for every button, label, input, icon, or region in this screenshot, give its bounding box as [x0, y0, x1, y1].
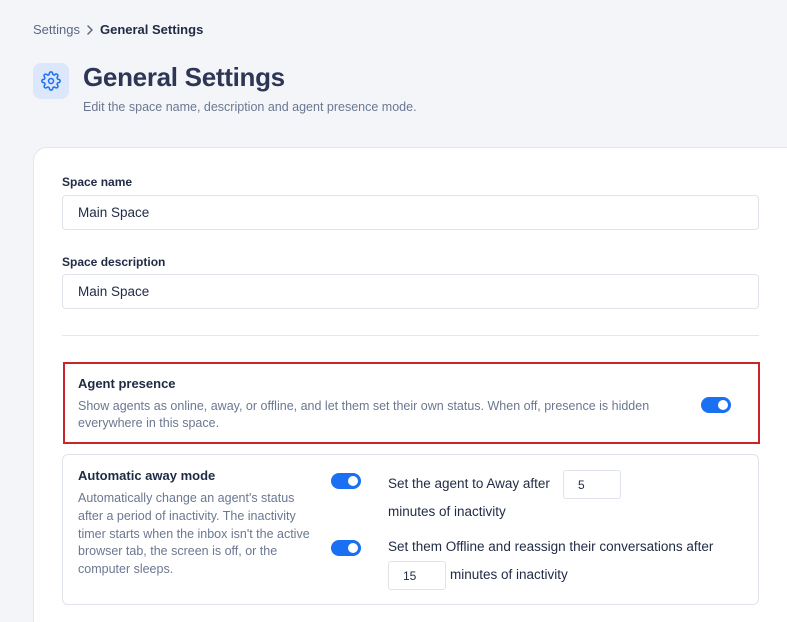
- agent-presence-section: Agent presence Show agents as online, aw…: [63, 362, 760, 444]
- divider: [62, 335, 759, 336]
- offline-rule-suffix: minutes of inactivity: [450, 567, 568, 582]
- offline-rule-toggle[interactable]: [331, 540, 361, 556]
- agent-presence-toggle[interactable]: [701, 397, 731, 413]
- agent-presence-title: Agent presence: [78, 376, 176, 391]
- breadcrumb-settings-link[interactable]: Settings: [33, 22, 80, 37]
- space-description-input[interactable]: [62, 274, 759, 309]
- gear-icon: [33, 63, 69, 99]
- toggle-knob: [348, 543, 358, 553]
- space-name-input[interactable]: [62, 195, 759, 230]
- automatic-away-title: Automatic away mode: [78, 468, 216, 483]
- page-title: General Settings: [83, 62, 285, 92]
- chevron-right-icon: [86, 24, 94, 35]
- offline-minutes-input[interactable]: [388, 561, 446, 590]
- breadcrumb: Settings General Settings: [33, 22, 203, 37]
- agent-presence-description: Show agents as online, away, or offline,…: [78, 399, 650, 430]
- toggle-knob: [348, 476, 358, 486]
- away-rule-toggle[interactable]: [331, 473, 361, 489]
- away-rule-suffix: minutes of inactivity: [388, 504, 506, 519]
- breadcrumb-current: General Settings: [99, 22, 204, 37]
- automatic-away-description: Automatically change an agent's status a…: [78, 491, 310, 577]
- space-name-label: Space name: [62, 175, 133, 189]
- automatic-away-section: Automatic away mode Automatically change…: [62, 454, 759, 605]
- away-rule-prefix: Set the agent to Away after: [388, 476, 550, 491]
- offline-rule-prefix: Set them Offline and reassign their conv…: [388, 539, 714, 554]
- toggle-knob: [718, 400, 728, 410]
- page-subtitle: Edit the space name, description and age…: [83, 100, 417, 114]
- space-description-label: Space description: [62, 255, 166, 269]
- away-minutes-input[interactable]: [563, 470, 621, 499]
